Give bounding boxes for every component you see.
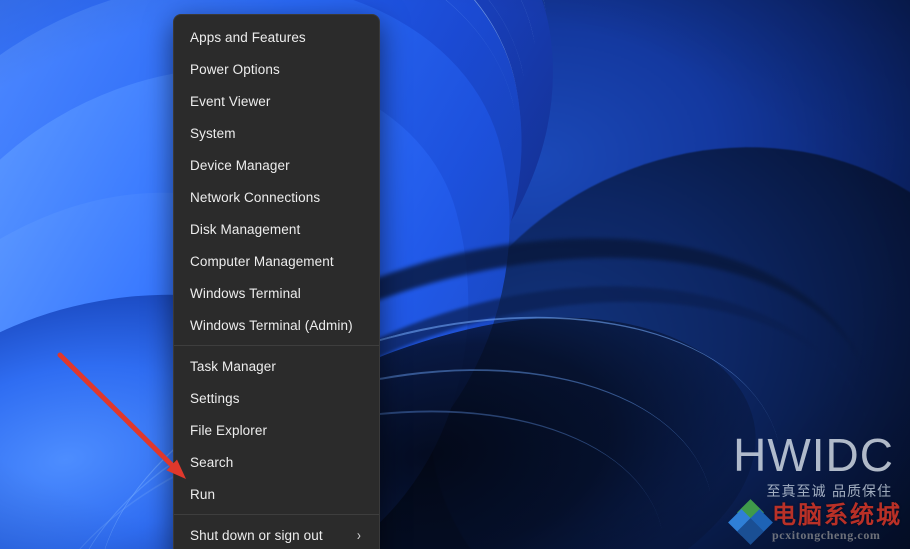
menu-item-label: Device Manager [190,157,290,173]
chevron-right-icon: › [356,526,361,544]
menu-item-settings[interactable]: Settings [174,382,379,414]
menu-item-power-options[interactable]: Power Options [174,53,379,85]
menu-item-event-viewer[interactable]: Event Viewer [174,85,379,117]
menu-item-computer-management[interactable]: Computer Management [174,245,379,277]
menu-item-label: System [190,125,236,141]
menu-separator [174,345,379,346]
wallpaper-vignette [0,0,910,549]
menu-item-label: Event Viewer [190,93,271,109]
menu-item-disk-management[interactable]: Disk Management [174,213,379,245]
menu-item-label: Disk Management [190,221,301,237]
desktop-wallpaper [0,0,910,549]
menu-item-network-connections[interactable]: Network Connections [174,181,379,213]
menu-item-label: Task Manager [190,358,276,374]
menu-item-windows-terminal-admin[interactable]: Windows Terminal (Admin) [174,309,379,341]
menu-item-task-manager[interactable]: Task Manager [174,350,379,382]
menu-separator [174,514,379,515]
menu-item-label: Windows Terminal (Admin) [190,317,353,333]
menu-item-label: Search [190,454,234,470]
menu-item-apps-and-features[interactable]: Apps and Features [174,21,379,53]
menu-item-search[interactable]: Search [174,446,379,478]
menu-item-label: File Explorer [190,422,268,438]
desktop-screen: HWIDC 至真至诚 品质保住 电脑系统城 pcxitongcheng.com … [0,0,910,549]
menu-item-windows-terminal[interactable]: Windows Terminal [174,277,379,309]
menu-item-label: Power Options [190,61,280,77]
menu-item-run[interactable]: Run [174,478,379,510]
menu-item-label: Apps and Features [190,29,306,45]
menu-item-label: Shut down or sign out [190,527,323,543]
menu-item-label: Windows Terminal [190,285,301,301]
menu-item-label: Run [190,486,216,502]
menu-item-label: Computer Management [190,253,334,269]
menu-item-device-manager[interactable]: Device Manager [174,149,379,181]
win-x-quick-link-menu[interactable]: Apps and Features Power Options Event View… [173,14,380,549]
menu-item-shut-down-or-sign-out[interactable]: Shut down or sign out › [174,519,379,549]
menu-item-system[interactable]: System [174,117,379,149]
menu-item-label: Network Connections [190,189,321,205]
menu-item-file-explorer[interactable]: File Explorer [174,414,379,446]
menu-item-label: Settings [190,390,240,406]
